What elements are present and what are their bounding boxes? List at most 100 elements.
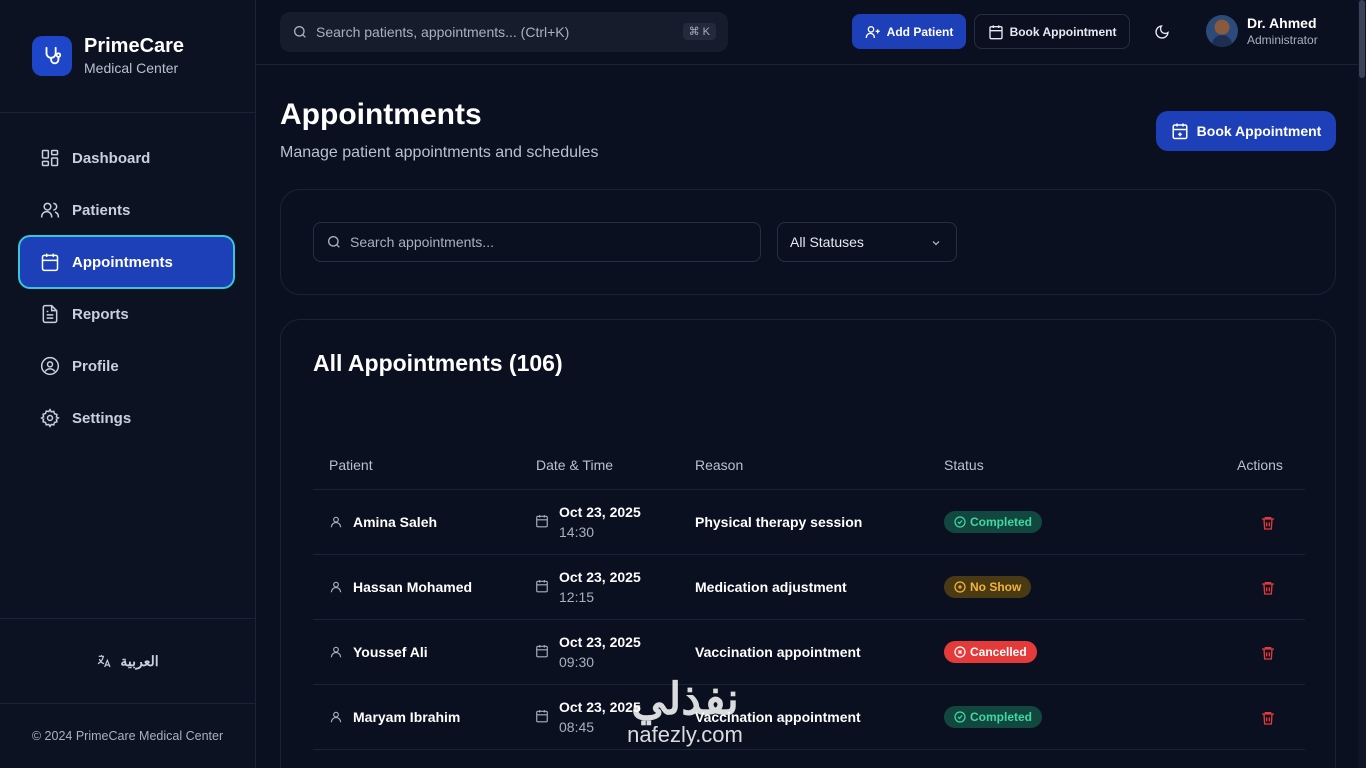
datetime-cell: Oct 23, 2025 14:30 bbox=[535, 502, 641, 542]
sidebar-nav: Dashboard Patients Appointments Reports … bbox=[0, 113, 255, 443]
language-switch[interactable]: العربية bbox=[0, 618, 255, 703]
add-patient-label: Add Patient bbox=[886, 24, 954, 39]
appointment-date: Oct 23, 2025 bbox=[559, 569, 641, 585]
appointment-search-input[interactable]: Search appointments... bbox=[313, 222, 761, 262]
brand-subtitle: Medical Center bbox=[84, 60, 179, 76]
user-menu[interactable]: Dr. Ahmed Administrator bbox=[1206, 14, 1318, 48]
appointment-time: 09:30 bbox=[559, 654, 595, 670]
appointment-date: Oct 23, 2025 bbox=[559, 634, 641, 650]
patient-name: Maryam Ibrahim bbox=[353, 709, 461, 725]
user-name: Dr. Ahmed bbox=[1247, 15, 1317, 31]
table-title: All Appointments (106) bbox=[313, 350, 563, 376]
table-row[interactable]: Hassan Mohamed Oct 23, 2025 12:15 Medica… bbox=[313, 555, 1305, 620]
column-header-actions: Actions bbox=[1237, 457, 1283, 473]
watermark: نفذلي nafezly.com bbox=[600, 678, 770, 748]
sidebar-item-label: Patients bbox=[72, 201, 131, 219]
patient-name: Amina Saleh bbox=[353, 514, 438, 530]
calendar-icon bbox=[41, 253, 59, 272]
patient-cell: Hassan Mohamed bbox=[329, 555, 472, 619]
alert-circle-icon bbox=[954, 581, 966, 593]
brand[interactable]: PrimeCare Medical Center bbox=[0, 0, 255, 113]
status-text: Completed bbox=[970, 515, 1033, 529]
brand-name: PrimeCare bbox=[84, 35, 185, 57]
user-role: Administrator bbox=[1247, 33, 1318, 47]
appointment-time: 14:30 bbox=[559, 524, 595, 540]
dashboard-icon bbox=[41, 149, 59, 167]
appointment-date: Oct 23, 2025 bbox=[559, 504, 641, 520]
sidebar-item-profile[interactable]: Profile bbox=[20, 341, 233, 391]
sidebar-item-dashboard[interactable]: Dashboard bbox=[20, 133, 233, 183]
status-filter-select[interactable]: All Statuses bbox=[777, 222, 957, 262]
calendar-icon bbox=[536, 515, 548, 528]
page-scrollbar[interactable] bbox=[1358, 0, 1366, 768]
user-icon bbox=[330, 581, 342, 593]
status-badge: Cancelled bbox=[944, 641, 1037, 663]
watermark-arabic: نفذلي bbox=[631, 675, 739, 724]
sidebar-item-label: Reports bbox=[72, 305, 129, 323]
patient-name: Hassan Mohamed bbox=[353, 579, 473, 595]
translate-icon bbox=[98, 655, 111, 668]
appointment-search-placeholder: Search appointments... bbox=[350, 234, 494, 250]
status-text: Completed bbox=[970, 710, 1033, 724]
trash-icon bbox=[1262, 582, 1274, 595]
book-appointment-label: Book Appointment bbox=[1009, 24, 1117, 39]
trash-icon bbox=[1262, 712, 1274, 725]
calendar-icon bbox=[988, 24, 1003, 39]
status-text: No Show bbox=[970, 580, 1022, 594]
status-filter-value: All Statuses bbox=[790, 234, 864, 250]
copyright: © 2024 PrimeCare Medical Center bbox=[0, 703, 255, 768]
moon-icon bbox=[1155, 25, 1169, 39]
delete-button[interactable] bbox=[1258, 708, 1278, 728]
table-row[interactable]: Youssef Ali Oct 23, 2025 09:30 Vaccinati… bbox=[313, 620, 1305, 685]
table-header: Patient Date & Time Reason Status Action… bbox=[313, 444, 1305, 490]
document-icon bbox=[42, 304, 58, 324]
add-patient-button[interactable]: Add Patient bbox=[852, 14, 966, 49]
stethoscope-icon bbox=[32, 36, 72, 76]
page-subtitle: Manage patient appointments and schedule… bbox=[280, 144, 599, 161]
sidebar-item-patients[interactable]: Patients bbox=[20, 185, 233, 235]
user-plus-icon bbox=[865, 25, 880, 38]
shortcut-hint: ⌘ K bbox=[682, 23, 716, 40]
theme-toggle-button[interactable] bbox=[1146, 16, 1178, 48]
calendar-icon bbox=[536, 645, 548, 658]
topbar: Search patients, appointments... (Ctrl+K… bbox=[256, 0, 1358, 65]
watermark-latin: nafezly.com bbox=[627, 722, 743, 747]
filter-card: Search appointments... All Statuses bbox=[280, 189, 1336, 295]
user-icon bbox=[330, 516, 342, 528]
appointments-table-card: All Appointments (106) Patient Date & Ti… bbox=[280, 319, 1336, 768]
calendar-plus-icon bbox=[1172, 123, 1188, 140]
sidebar-item-label: Dashboard bbox=[72, 149, 151, 167]
column-header-patient: Patient bbox=[329, 457, 373, 473]
global-search-input[interactable]: Search patients, appointments... (Ctrl+K… bbox=[280, 12, 728, 52]
table-row[interactable]: Maryam Ibrahim Oct 23, 2025 08:45 Vaccin… bbox=[313, 685, 1305, 750]
delete-button[interactable] bbox=[1258, 578, 1278, 598]
patient-cell: Maryam Ibrahim bbox=[329, 685, 460, 749]
user-icon bbox=[330, 711, 342, 723]
column-header-reason: Reason bbox=[695, 457, 744, 473]
users-icon bbox=[40, 202, 60, 218]
check-circle-icon bbox=[954, 516, 966, 528]
sidebar-item-reports[interactable]: Reports bbox=[20, 289, 233, 339]
calendar-icon bbox=[536, 580, 548, 593]
column-header-status: Status bbox=[944, 457, 984, 473]
book-appointment-button[interactable]: Book Appointment bbox=[1156, 111, 1336, 151]
delete-button[interactable] bbox=[1258, 513, 1278, 533]
status-text: Cancelled bbox=[970, 645, 1027, 659]
column-header-datetime: Date & Time bbox=[536, 457, 614, 473]
scroll-thumb[interactable] bbox=[1359, 0, 1365, 78]
patient-name: Youssef Ali bbox=[353, 644, 428, 660]
book-appointment-top-button[interactable]: Book Appointment bbox=[974, 14, 1130, 49]
status-badge: Completed bbox=[944, 511, 1043, 533]
delete-button[interactable] bbox=[1258, 643, 1278, 663]
x-circle-icon bbox=[954, 646, 966, 658]
table-row[interactable]: Amina Saleh Oct 23, 2025 14:30 Physical … bbox=[313, 490, 1305, 555]
page-title: Appointments bbox=[280, 98, 482, 131]
sidebar-item-appointments[interactable]: Appointments bbox=[20, 237, 233, 287]
calendar-icon bbox=[536, 710, 548, 723]
sidebar-item-label: Appointments bbox=[72, 253, 173, 271]
reason-cell: Medication adjustment bbox=[695, 579, 847, 595]
reason-cell: Physical therapy session bbox=[695, 514, 863, 530]
datetime-cell: Oct 23, 2025 09:30 bbox=[535, 632, 641, 672]
search-icon bbox=[294, 26, 306, 38]
sidebar-item-settings[interactable]: Settings bbox=[20, 393, 233, 443]
